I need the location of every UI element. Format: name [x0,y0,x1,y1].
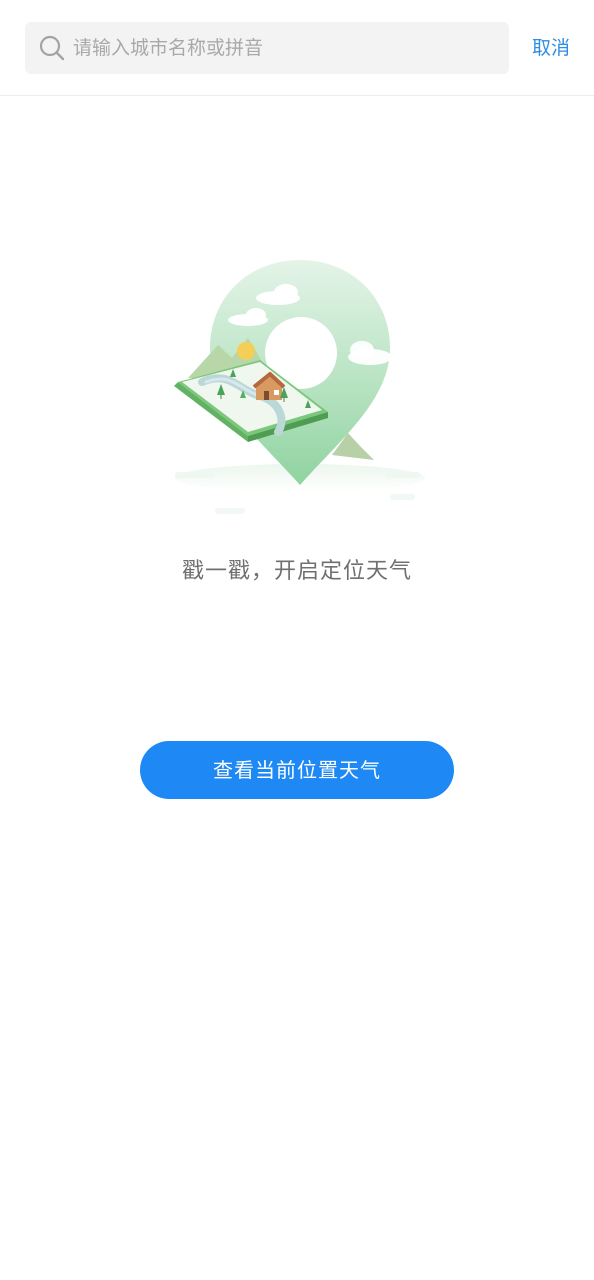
search-input[interactable] [73,22,493,74]
location-pin-illustration [174,260,425,514]
search-icon [39,35,65,61]
search-box[interactable] [25,22,509,74]
cancel-button[interactable]: 取消 [520,22,582,74]
view-current-location-weather-button[interactable]: 查看当前位置天气 [140,741,454,799]
locate-prompt-text: 戳一戳，开启定位天气 [181,559,412,584]
search-header: 取消 [0,0,594,96]
